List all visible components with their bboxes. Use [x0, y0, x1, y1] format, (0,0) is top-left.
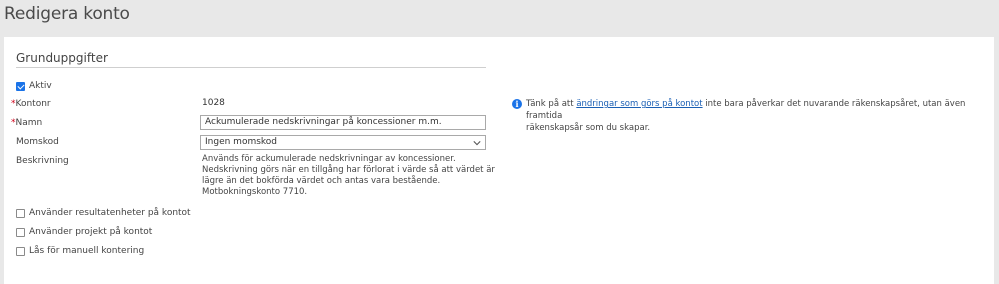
page-title: Redigera konto — [4, 4, 130, 24]
vat-code-selected-value: Ingen momskod — [205, 137, 278, 147]
info-icon: i — [512, 99, 522, 109]
active-checkbox[interactable] — [16, 82, 25, 91]
description-line: Används för ackumulerade nedskrivningar … — [202, 154, 456, 164]
section-title: Grunduppgifter — [16, 51, 108, 65]
name-label: *Namn — [11, 118, 43, 128]
vat-code-select[interactable]: Ingen momskod — [200, 135, 486, 150]
account-number-label: *Kontonr — [11, 99, 51, 109]
use-projects-label: Använder projekt på kontot — [29, 227, 153, 237]
name-input[interactable]: Ackumulerade nedskrivningar på koncessio… — [200, 115, 486, 130]
account-number-value: 1028 — [202, 98, 225, 108]
description-label: Beskrivning — [16, 156, 69, 166]
chevron-down-icon — [473, 141, 481, 146]
info-text: räkenskapsår som du skapar. — [526, 123, 651, 133]
lock-manual-posting-label: Lås för manuell kontering — [29, 246, 145, 256]
lock-manual-posting-checkbox[interactable] — [16, 247, 25, 256]
account-changes-link[interactable]: ändringar som görs på kontot — [576, 99, 702, 109]
section-divider — [16, 67, 486, 68]
info-text: Tänk på att — [526, 99, 577, 109]
description-text: Används för ackumulerade nedskrivningar … — [202, 154, 502, 198]
use-projects-checkbox[interactable] — [16, 228, 25, 237]
use-result-units-checkbox[interactable] — [16, 209, 25, 218]
info-note: Tänk på att ändringar som görs på kontot… — [526, 98, 991, 134]
description-line: Nedskrivning görs när en tillgång har fö… — [202, 165, 495, 175]
edit-account-panel: Grunduppgifter Aktiv *Kontonr 1028 *Namn… — [4, 37, 994, 284]
active-label: Aktiv — [29, 81, 52, 91]
vat-code-label: Momskod — [16, 137, 59, 147]
description-line: Motbokningskonto 7710. — [202, 187, 308, 197]
use-result-units-label: Använder resultatenheter på kontot — [29, 208, 191, 218]
description-line: lägre än det bokförda värdet och antas v… — [202, 176, 441, 186]
